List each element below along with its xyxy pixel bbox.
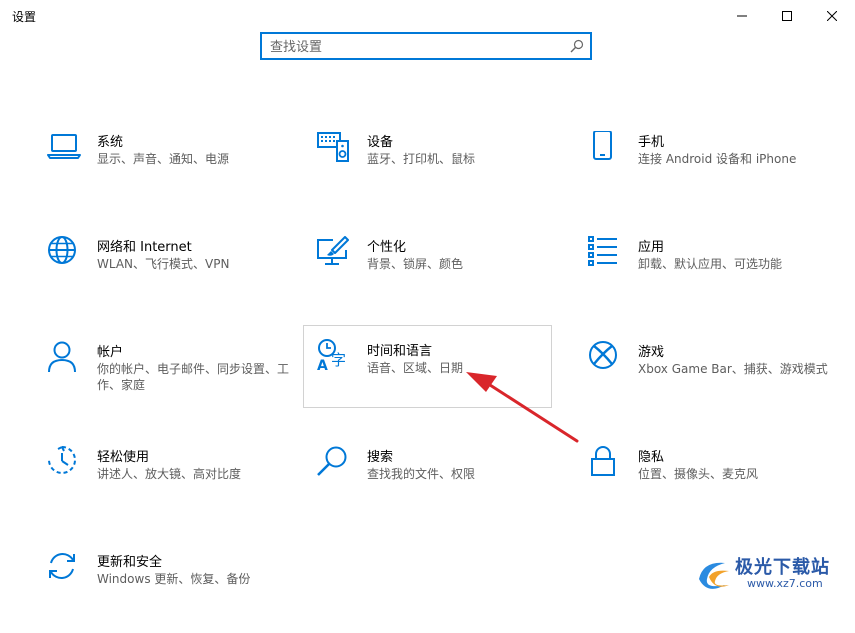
tile-title: 设备: [367, 135, 394, 150]
watermark-swirl-icon: [699, 562, 729, 589]
tile-title: 搜索: [367, 450, 394, 465]
tile-description: 语音、区域、日期: [367, 361, 464, 375]
person-icon: [48, 341, 76, 373]
minimize-icon: [737, 15, 747, 17]
tile-accounts[interactable]: 帐户 你的帐户、电子邮件、同步设置、工作、家庭: [47, 341, 295, 423]
tile-title: 轻松使用: [97, 450, 150, 465]
time-language-icon: A 字: [317, 339, 346, 373]
search-icon: [570, 39, 584, 53]
tile-time-language[interactable]: A 字 时间和语言 语音、区域、日期: [303, 325, 552, 408]
tile-devices[interactable]: 设备 蓝牙、打印机、鼠标: [317, 131, 565, 213]
tile-description: 显示、声音、通知、电源: [97, 152, 230, 166]
tile-description: 查找我的文件、权限: [367, 467, 476, 481]
tile-title: 游戏: [638, 345, 665, 360]
tile-title: 系统: [97, 135, 124, 150]
svg-text:字: 字: [331, 351, 346, 369]
tile-title: 网络和 Internet: [97, 240, 192, 255]
tile-description: Windows 更新、恢复、备份: [97, 572, 251, 586]
minimize-button[interactable]: [719, 0, 765, 32]
tile-description: 连接 Android 设备和 iPhone: [638, 152, 797, 166]
ease-of-access-icon: [48, 446, 76, 474]
watermark-logo: 极光下载站 www.xz7.com: [695, 553, 845, 597]
tile-title: 手机: [638, 135, 665, 150]
tile-title: 个性化: [367, 240, 407, 255]
globe-icon: [48, 236, 76, 264]
maximize-icon: [782, 11, 792, 21]
title-bar: 设置: [0, 0, 855, 32]
tile-description: 背景、锁屏、颜色: [367, 257, 464, 271]
app-title: 设置: [12, 10, 37, 24]
watermark-url: www.xz7.com: [747, 577, 823, 590]
tile-system[interactable]: 系统 显示、声音、通知、电源: [47, 131, 295, 213]
tile-description: Xbox Game Bar、捕获、游戏模式: [638, 362, 828, 376]
tile-description: 你的帐户、电子邮件、同步设置、工作、家庭: [97, 362, 290, 392]
paint-monitor-icon: [317, 236, 349, 265]
search-box[interactable]: [260, 32, 592, 60]
tile-update-security[interactable]: 更新和安全 Windows 更新、恢复、备份: [47, 551, 295, 633]
tile-title: 应用: [638, 240, 665, 255]
tile-network[interactable]: 网络和 Internet WLAN、飞行模式、VPN: [47, 236, 295, 318]
watermark-name: 极光下载站: [735, 557, 830, 578]
tile-title: 更新和安全: [97, 555, 163, 570]
laptop-icon: [47, 134, 81, 159]
tile-title: 帐户: [97, 345, 124, 360]
close-button[interactable]: [809, 0, 855, 32]
tile-title: 隐私: [638, 450, 665, 465]
tile-description: 位置、摄像头、麦克风: [638, 467, 759, 481]
tile-title: 时间和语言: [367, 344, 433, 359]
lock-icon: [591, 446, 615, 476]
tile-description: WLAN、飞行模式、VPN: [97, 257, 230, 271]
tile-description: 讲述人、放大镜、高对比度: [97, 467, 242, 481]
phone-icon: [593, 131, 612, 160]
tile-gaming[interactable]: 游戏 Xbox Game Bar、捕获、游戏模式: [588, 341, 836, 423]
tile-apps[interactable]: 应用 卸载、默认应用、可选功能: [588, 236, 836, 318]
tile-description: 蓝牙、打印机、鼠标: [367, 152, 476, 166]
tile-phone[interactable]: 手机 连接 Android 设备和 iPhone: [588, 131, 836, 213]
tile-ease-of-access[interactable]: 轻松使用 讲述人、放大镜、高对比度: [47, 446, 295, 528]
sync-icon: [49, 553, 75, 579]
tile-search[interactable]: 搜索 查找我的文件、权限: [317, 446, 565, 528]
search-icon: [317, 446, 347, 476]
tile-description: 卸载、默认应用、可选功能: [638, 257, 783, 271]
xbox-icon: [589, 341, 617, 369]
keyboard-speaker-icon: [317, 132, 349, 162]
svg-text:A: A: [317, 358, 328, 373]
tile-personalization[interactable]: 个性化 背景、锁屏、颜色: [317, 236, 565, 318]
app-list-icon: [588, 236, 617, 266]
maximize-button[interactable]: [764, 0, 810, 32]
search-input[interactable]: [268, 36, 562, 58]
tile-privacy[interactable]: 隐私 位置、摄像头、麦克风: [588, 446, 836, 528]
close-icon: [827, 11, 837, 21]
